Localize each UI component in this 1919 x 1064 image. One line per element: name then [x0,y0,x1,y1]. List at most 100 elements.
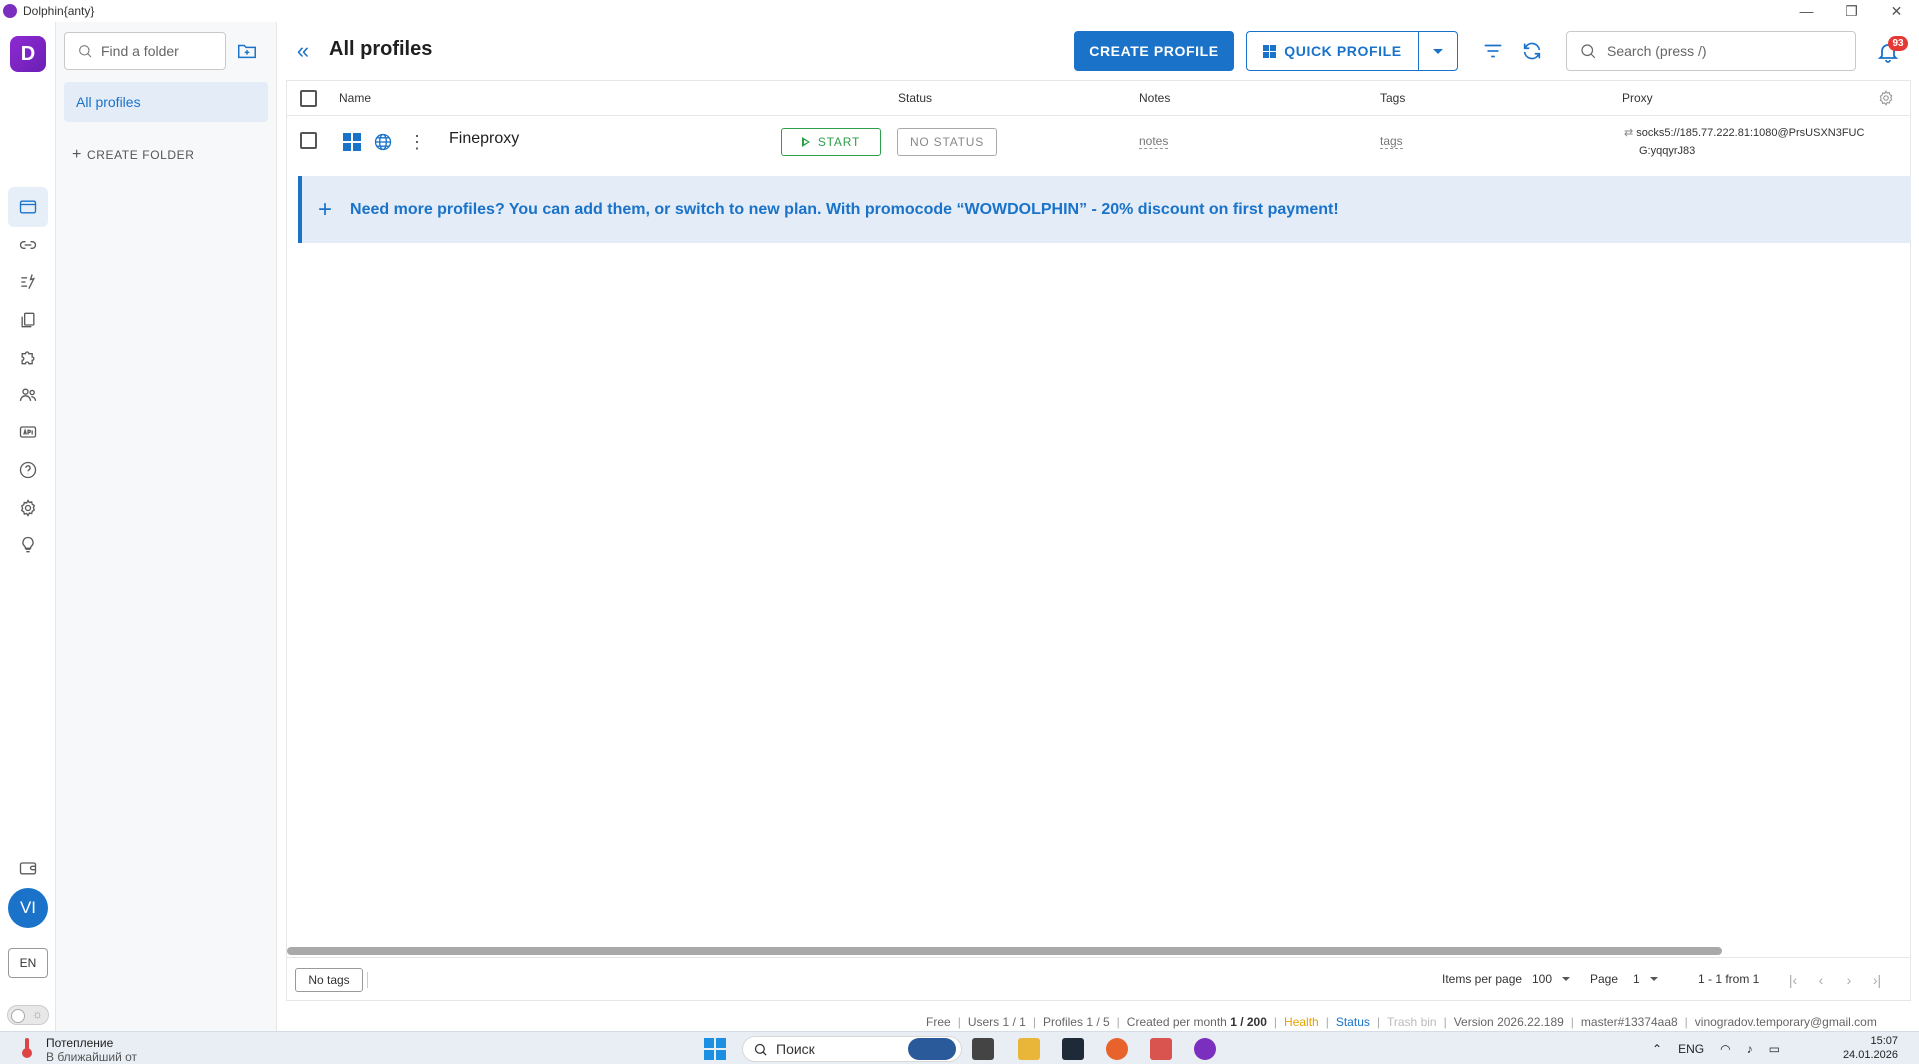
more-options-button[interactable]: ⋮ [407,132,427,152]
close-button[interactable]: ✕ [1874,0,1919,22]
start-menu-button[interactable] [704,1038,726,1060]
column-proxy[interactable]: Proxy [1622,91,1653,105]
folder-search-input[interactable] [101,43,211,59]
wallet-icon [19,862,37,875]
link-icon [19,241,37,249]
nav-profiles[interactable] [8,187,48,227]
folder-plus-icon [238,44,256,59]
minimize-button[interactable]: — [1784,0,1829,22]
theme-toggle[interactable]: ☼ [7,1005,49,1025]
folder-item-all-profiles[interactable]: All profiles [64,82,268,122]
nav-bookmarks[interactable] [8,300,48,340]
prev-page-button[interactable]: ‹ [1811,970,1831,990]
filter-button[interactable] [1480,38,1506,64]
dolphin-logo[interactable]: D [10,36,46,72]
clock-time: 15:07 [1870,1035,1898,1047]
collapse-sidebar-button[interactable]: « [290,38,316,64]
trash-bin-link[interactable]: Trash bin [1387,1015,1437,1029]
profiles-table: Name Status Notes Tags Proxy ⋮ Fineproxy… [286,80,1911,1001]
profile-search-input[interactable] [1607,43,1847,59]
status-link[interactable]: Status [1336,1015,1370,1029]
quick-profile-label: QUICK PROFILE [1284,43,1402,59]
windows-os-icon [342,132,362,152]
last-page-button[interactable]: ›| [1867,970,1887,990]
branch-label: master#13374aa8 [1580,1015,1678,1029]
promo-banner[interactable]: + Need more profiles? You can add them, … [298,176,1911,243]
account-email[interactable]: vinogradov.temporary@gmail.com [1695,1015,1877,1029]
next-page-button[interactable]: › [1839,970,1859,990]
column-tags[interactable]: Tags [1380,91,1405,105]
page-label: Page [1590,972,1619,986]
refresh-button[interactable] [1519,38,1545,64]
browser-window-icon [19,200,37,214]
horizontal-scrollbar[interactable] [287,947,1722,955]
tray-chevron-up-icon[interactable]: ⌃ [1652,1042,1662,1056]
status-badge[interactable]: NO STATUS [897,128,997,156]
title-bar: Dolphin{anty} — ❐ ✕ [0,0,1919,22]
volume-icon[interactable]: ♪ [1747,1042,1753,1056]
column-status[interactable]: Status [898,91,932,105]
notifications-button[interactable]: 93 [1874,36,1908,66]
play-icon [801,137,810,147]
search-icon [1581,44,1596,59]
taskbar-app-firefox[interactable] [1106,1038,1128,1060]
question-icon [19,461,37,479]
first-page-button[interactable]: |‹ [1783,970,1803,990]
copy-icon [21,312,35,328]
nav-extensions[interactable] [8,337,48,377]
gear-icon [20,499,36,517]
battery-icon[interactable]: ▭ [1769,1042,1780,1056]
nav-proxies[interactable] [8,225,48,265]
tray-language[interactable]: ENG [1678,1042,1704,1056]
quick-profile-dropdown[interactable] [1418,31,1458,71]
column-name[interactable]: Name [339,91,371,105]
nav-automation[interactable] [8,262,48,302]
page-title: All profiles [329,38,433,60]
notes-field[interactable]: notes [1139,134,1169,149]
language-button[interactable]: EN [8,948,48,978]
nav-wallet[interactable] [8,848,48,888]
create-folder-button[interactable]: + CREATE FOLDER [72,146,195,164]
table-row: ⋮ Fineproxy START NO STATUS notes tags ⇄… [287,116,1910,166]
notifications-badge: 93 [1888,36,1908,51]
nav-api[interactable] [8,412,48,452]
clock[interactable]: 15:07 24.01.2026 [1838,1034,1898,1062]
tags-field[interactable]: tags [1380,134,1403,149]
taskbar: Потепление В ближайший от Поиск ⌃ ENG ◠ … [0,1031,1919,1064]
column-notes[interactable]: Notes [1139,91,1170,105]
health-link[interactable]: Health [1284,1015,1319,1029]
page-value: 1 [1633,972,1640,986]
taskbar-app-widget[interactable] [908,1038,956,1060]
nav-users[interactable] [8,375,48,415]
taskbar-app-explorer[interactable] [1018,1038,1040,1060]
user-avatar[interactable]: VI [8,888,48,928]
quick-profile-button[interactable]: QUICK PROFILE [1246,31,1418,71]
maximize-button[interactable]: ❐ [1829,0,1874,22]
profile-name[interactable]: Fineproxy [449,130,519,148]
weather-widget[interactable]: Потепление В ближайший от [20,1036,137,1064]
start-button[interactable]: START [781,128,881,156]
nav-settings[interactable] [8,488,48,528]
first-page-icon: |‹ [1788,972,1798,988]
items-per-page-select[interactable]: 100 [1532,972,1571,986]
taskbar-app-task-view[interactable] [972,1038,994,1060]
column-settings-button[interactable] [1877,89,1895,107]
taskbar-app-dolphin[interactable] [1194,1038,1216,1060]
select-all-checkbox[interactable] [300,90,317,107]
no-tags-button[interactable]: No tags [295,968,363,992]
pagination-range: 1 - 1 from 1 [1698,972,1760,986]
row-checkbox[interactable] [300,132,317,149]
items-per-page-value: 100 [1532,972,1553,986]
proxy-line-1: socks5://185.77.222.81:1080@PrsUSXN3FUC [1636,127,1865,139]
create-profile-button[interactable]: CREATE PROFILE [1074,31,1234,71]
nav-help[interactable] [8,450,48,490]
add-folder-button[interactable] [234,38,260,64]
proxy-cell[interactable]: ⇄ socks5://185.77.222.81:1080@PrsUSXN3FUC… [1624,124,1894,160]
page-select[interactable]: 1 [1633,972,1658,986]
globe-icon [373,132,393,152]
chevron-left-icon: ‹ [1818,972,1824,988]
nav-tips[interactable] [8,525,48,565]
wifi-icon[interactable]: ◠ [1720,1042,1730,1056]
taskbar-app-terminal[interactable] [1062,1038,1084,1060]
taskbar-app-snipping[interactable] [1150,1038,1172,1060]
